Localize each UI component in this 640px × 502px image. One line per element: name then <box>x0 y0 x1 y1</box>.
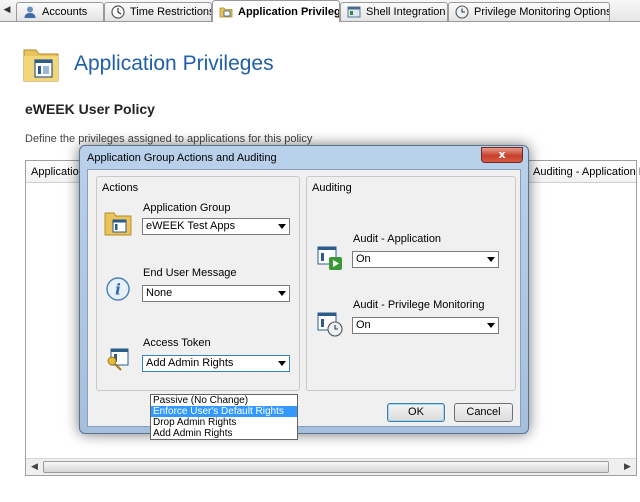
dialog-body: Actions Application Group eWEEK Test App… <box>87 169 521 440</box>
tab-label: Shell Integration <box>366 6 446 18</box>
tab-application-privileges[interactable]: Application Privileges <box>212 0 340 22</box>
column-header-auditing-application-launch[interactable]: Auditing - Application Laun <box>533 166 640 178</box>
chevron-down-icon <box>278 224 286 229</box>
audit-application-value: On <box>356 253 371 265</box>
audit-application-select[interactable]: On <box>352 251 499 268</box>
audit-privilege-monitoring-label: Audit - Privilege Monitoring <box>353 299 485 311</box>
end-user-message-select[interactable]: None <box>142 285 290 302</box>
policy-name: eWEEK User Policy <box>25 101 155 117</box>
end-user-message-label: End User Message <box>143 267 237 279</box>
end-user-message-value: None <box>146 287 173 299</box>
user-icon <box>24 6 36 18</box>
ok-button[interactable]: OK <box>387 403 445 422</box>
folder-icon <box>219 7 233 17</box>
tab-scroll-left-icon[interactable]: ◀ <box>0 0 14 21</box>
folder-app-icon <box>23 49 59 82</box>
application-group-select[interactable]: eWEEK Test Apps <box>142 218 290 235</box>
folder-app-icon <box>104 212 132 236</box>
actions-group-label: Actions <box>102 182 139 194</box>
access-token-option[interactable]: Drop Admin Rights <box>151 417 297 428</box>
application-group-label: Application Group <box>143 202 231 214</box>
application-group-value: eWEEK Test Apps <box>146 220 236 232</box>
policy-description: Define the privileges assigned to applic… <box>25 133 313 145</box>
horizontal-scrollbar[interactable]: ◀ ▶ <box>26 458 636 475</box>
auditing-group: Auditing <box>306 176 516 391</box>
svg-text:i: i <box>115 281 121 299</box>
chevron-down-icon <box>487 257 495 262</box>
app-clock-icon <box>317 312 343 337</box>
tab-label: Application Privileges <box>238 5 339 18</box>
info-icon: i <box>106 277 130 301</box>
cancel-button[interactable]: Cancel <box>454 403 513 422</box>
page: ◀ Accounts Time Restrictions Application… <box>0 0 640 502</box>
shell-icon <box>347 6 361 18</box>
application-group-dialog: Application Group Actions and Auditing x… <box>79 145 529 440</box>
app-play-icon <box>317 246 342 270</box>
auditing-group-label: Auditing <box>312 182 352 194</box>
tab-privilege-monitoring-options[interactable]: Privilege Monitoring Options <box>448 2 610 21</box>
access-token-value: Add Admin Rights <box>146 357 234 369</box>
tab-label: Time Restrictions <box>130 6 212 18</box>
tab-strip: ◀ Accounts Time Restrictions Application… <box>0 0 640 22</box>
tab-shell-integration[interactable]: Shell Integration <box>340 2 448 21</box>
access-token-label: Access Token <box>143 337 211 349</box>
access-token-select[interactable]: Add Admin Rights <box>142 355 290 372</box>
page-title: Application Privileges <box>74 52 274 75</box>
scroll-right-icon[interactable]: ▶ <box>619 459 636 475</box>
chevron-down-icon <box>278 361 286 366</box>
tab-accounts[interactable]: Accounts <box>16 2 104 21</box>
access-token-option[interactable]: Add Admin Rights <box>151 428 297 439</box>
close-button[interactable]: x <box>481 147 523 163</box>
tab-label: Privilege Monitoring Options <box>474 6 610 18</box>
chevron-down-icon <box>278 291 286 296</box>
key-app-icon <box>107 348 129 371</box>
monitor-clock-icon <box>455 5 469 19</box>
access-token-option[interactable]: Passive (No Change) <box>151 395 297 406</box>
audit-privilege-monitoring-value: On <box>356 319 371 331</box>
scroll-left-icon[interactable]: ◀ <box>26 459 43 475</box>
tab-label: Accounts <box>42 6 88 18</box>
audit-privilege-monitoring-select[interactable]: On <box>352 317 499 334</box>
access-token-dropdown-list[interactable]: Passive (No Change) Enforce User's Defau… <box>150 394 298 440</box>
tab-time-restrictions[interactable]: Time Restrictions <box>104 2 212 21</box>
chevron-down-icon <box>487 323 495 328</box>
scroll-thumb[interactable] <box>43 461 609 473</box>
audit-application-label: Audit - Application <box>353 233 442 245</box>
dialog-title: Application Group Actions and Auditing <box>87 152 277 164</box>
access-token-option-selected[interactable]: Enforce User's Default Rights <box>151 406 297 417</box>
clock-icon <box>111 5 125 19</box>
